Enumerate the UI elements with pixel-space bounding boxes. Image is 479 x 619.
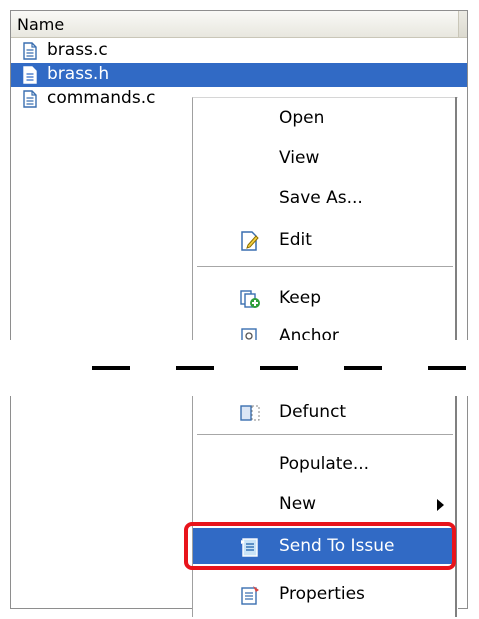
keep-icon — [240, 290, 260, 308]
menu-item-label: View — [279, 148, 320, 168]
menu-item-view[interactable]: View — [193, 140, 455, 176]
file-name: brass.c — [47, 40, 108, 60]
file-row-brass-c[interactable]: brass.c — [11, 39, 467, 63]
menu-item-new[interactable]: New — [193, 486, 455, 522]
menu-item-label: Save As... — [279, 188, 363, 208]
file-name: brass.h — [47, 64, 110, 84]
menu-separator — [197, 266, 453, 268]
menu-item-label: Properties — [279, 584, 365, 604]
properties-icon — [241, 586, 259, 605]
menu-item-label: Open — [279, 108, 325, 128]
menu-item-properties[interactable]: Properties — [193, 576, 455, 612]
submenu-arrow-icon — [437, 499, 444, 511]
document-icon — [23, 42, 37, 60]
menu-item-populate[interactable]: Populate... — [193, 446, 455, 482]
menu-item-save-as[interactable]: Save As... — [193, 180, 455, 216]
column-header-extra[interactable] — [458, 11, 467, 37]
column-header-label: Name — [17, 15, 65, 34]
menu-item-label: Edit — [279, 230, 312, 250]
menu-item-defunct[interactable]: Defunct — [193, 394, 455, 430]
edit-icon — [241, 231, 259, 251]
file-row-brass-h[interactable]: brass.h — [11, 63, 467, 87]
menu-item-label: New — [279, 494, 317, 514]
menu-item-label: Keep — [279, 288, 322, 308]
dashed-break-line — [92, 366, 479, 370]
menu-separator — [197, 434, 453, 436]
menu-item-edit[interactable]: Edit — [193, 222, 455, 258]
menu-item-open[interactable]: Open — [193, 100, 455, 136]
menu-item-label: Populate... — [279, 454, 370, 474]
defunct-icon — [240, 405, 260, 421]
document-icon — [23, 90, 37, 108]
menu-item-keep[interactable]: Keep — [193, 280, 455, 316]
tear-break — [0, 340, 479, 396]
file-name: commands.c — [47, 88, 156, 108]
document-icon — [23, 66, 37, 84]
highlight-callout — [184, 522, 456, 570]
column-header-name[interactable]: Name — [11, 11, 467, 38]
menu-item-label: Defunct — [279, 402, 347, 422]
